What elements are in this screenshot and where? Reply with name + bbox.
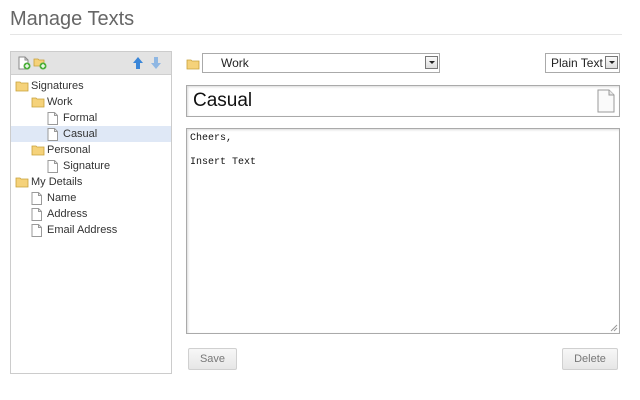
arrow-up-icon[interactable] xyxy=(131,56,145,70)
folder-select[interactable]: Work xyxy=(202,53,440,73)
tree-item-label: Signatures xyxy=(31,80,84,92)
tree-item-signature[interactable]: Signature xyxy=(11,158,171,174)
tree-item-formal[interactable]: Formal xyxy=(11,110,171,126)
tree-item-personal[interactable]: Personal xyxy=(11,142,171,158)
new-folder-icon[interactable] xyxy=(33,56,47,70)
folder-icon xyxy=(15,176,29,188)
document-icon xyxy=(31,208,45,221)
folder-select-value: Work xyxy=(221,56,249,70)
tree-item-name[interactable]: Name xyxy=(11,190,171,206)
text-name-value: Casual xyxy=(193,90,253,111)
folder-icon xyxy=(186,57,200,70)
resize-grip-icon[interactable] xyxy=(610,324,618,332)
tree-item-email-address[interactable]: Email Address xyxy=(11,222,171,238)
document-icon xyxy=(31,224,45,237)
format-select[interactable]: Plain Text xyxy=(545,53,620,73)
folder-icon xyxy=(15,80,29,92)
tree-item-label: Personal xyxy=(47,144,91,156)
tree-item-casual[interactable]: Casual xyxy=(11,126,171,142)
document-icon xyxy=(47,160,61,173)
text-name-field[interactable]: Casual xyxy=(186,85,620,117)
tree-item-my-details[interactable]: My Details xyxy=(11,174,171,190)
tree-item-signatures[interactable]: Signatures xyxy=(11,78,171,94)
tree-item-label: Signature xyxy=(63,160,111,172)
tree-item-label: Address xyxy=(47,208,88,220)
manage-texts-page: Manage Texts Signatures Work Formal Casu… xyxy=(0,0,640,400)
chevron-down-icon[interactable] xyxy=(425,56,438,69)
tree-item-label: Name xyxy=(47,192,77,204)
tree-item-work[interactable]: Work xyxy=(11,94,171,110)
document-icon xyxy=(31,192,45,205)
texts-tree: Signatures Work Formal Casual Personal Signat… xyxy=(11,75,171,238)
tree-item-label: My Details xyxy=(31,176,83,188)
title-divider xyxy=(10,34,622,35)
document-icon xyxy=(47,128,61,141)
chevron-down-icon[interactable] xyxy=(605,56,618,69)
texts-tree-panel: Signatures Work Formal Casual Personal Signat… xyxy=(10,51,172,374)
folder-icon xyxy=(31,144,45,156)
tree-item-label: Formal xyxy=(63,112,98,124)
format-select-value: Plain Text xyxy=(551,56,603,70)
document-icon xyxy=(597,89,615,113)
tree-toolbar xyxy=(11,52,171,75)
arrow-down-icon[interactable] xyxy=(149,56,163,70)
new-document-icon[interactable] xyxy=(17,56,31,70)
text-body-area[interactable]: Cheers, Insert Text xyxy=(186,128,620,334)
tree-item-label: Email Address xyxy=(47,224,118,236)
page-title: Manage Texts xyxy=(10,8,135,30)
document-icon xyxy=(47,112,61,125)
tree-item-label: Casual xyxy=(63,128,98,140)
body-line: Insert Text xyxy=(190,157,257,168)
tree-item-label: Work xyxy=(47,96,73,108)
delete-button[interactable]: Delete xyxy=(562,348,618,370)
save-button[interactable]: Save xyxy=(188,348,237,370)
body-line: Cheers, xyxy=(190,133,233,144)
tree-item-address[interactable]: Address xyxy=(11,206,171,222)
folder-icon xyxy=(31,96,45,108)
